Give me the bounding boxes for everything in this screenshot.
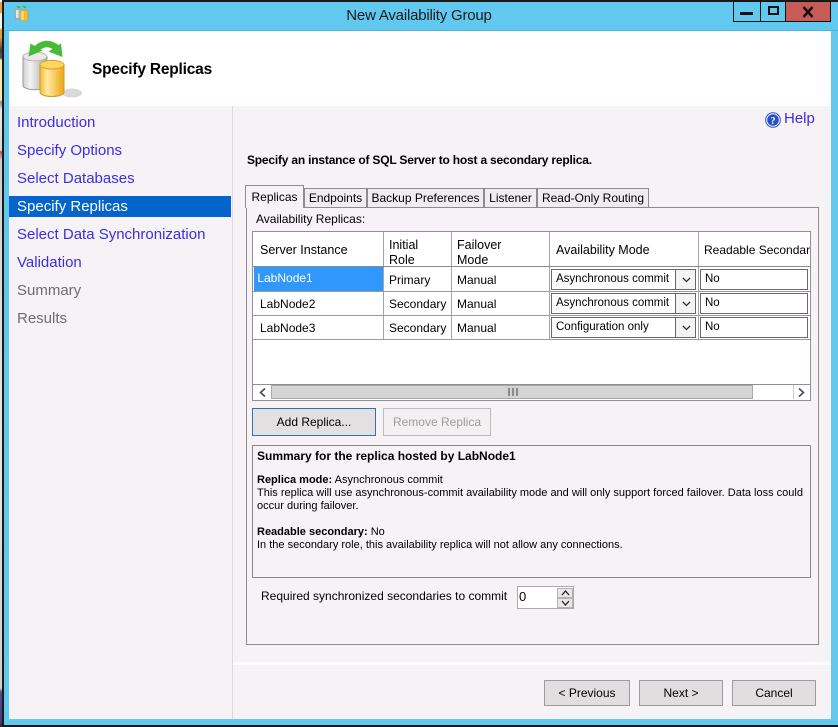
svg-text:?: ? [771,116,776,127]
